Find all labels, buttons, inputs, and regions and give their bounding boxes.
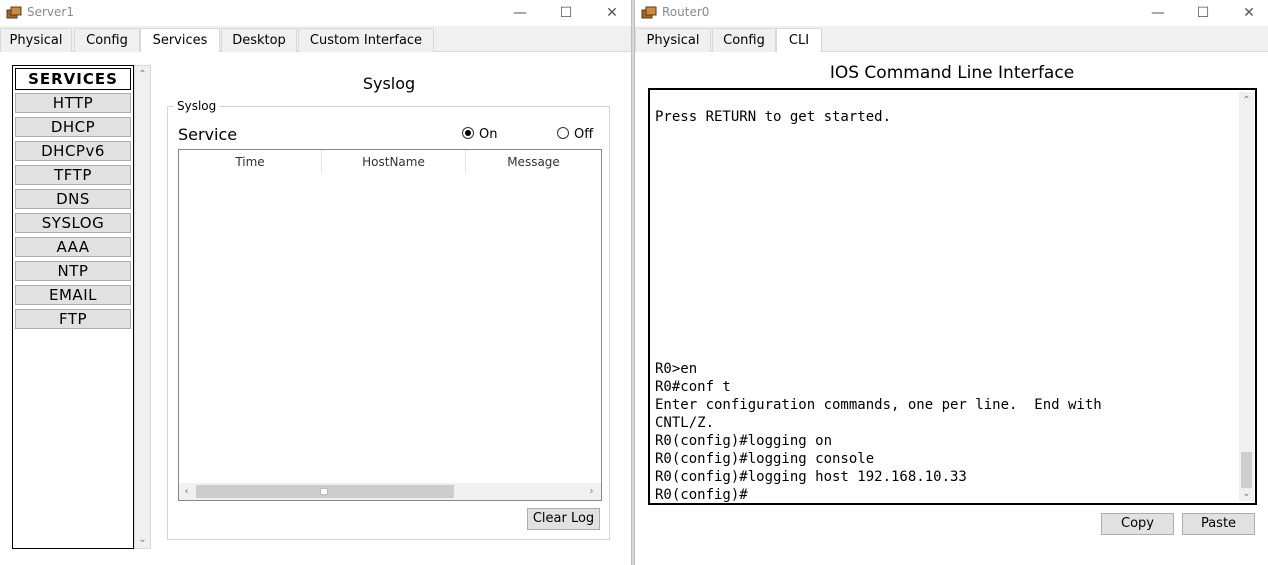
- minimize-icon[interactable]: —: [510, 3, 530, 23]
- minimize-icon[interactable]: —: [1148, 3, 1168, 23]
- cli-line: R0#conf t: [655, 379, 731, 395]
- cli-line: Enter configuration commands, one per li…: [655, 397, 1102, 413]
- cli-scrollbar[interactable]: ⌃ ⌄: [1239, 92, 1254, 501]
- radio-selected-icon: [462, 127, 474, 139]
- table-horizontal-scrollbar[interactable]: ‹ ›: [179, 483, 601, 500]
- column-header-message[interactable]: Message: [466, 150, 601, 174]
- service-dhcp-button[interactable]: DHCP: [15, 117, 131, 137]
- server1-window: Server1 — ☐ ✕ Physical Config Services D…: [0, 0, 632, 565]
- paste-button[interactable]: Paste: [1182, 513, 1255, 535]
- router0-window: Router0 — ☐ ✕ Physical Config CLI IOS Co…: [634, 0, 1268, 565]
- service-email-button[interactable]: EMAIL: [15, 285, 131, 305]
- tab-physical[interactable]: Physical: [0, 28, 72, 52]
- cli-prompt-line: R0(config)#: [655, 487, 748, 503]
- scroll-down-icon[interactable]: ⌄: [1239, 486, 1254, 501]
- window-title: Server1: [27, 5, 74, 19]
- services-content: SERVICES HTTP DHCP DHCPv6 TFTP DNS SYSLO…: [0, 52, 631, 565]
- cli-title: IOS Command Line Interface: [829, 63, 1075, 83]
- service-ftp-button[interactable]: FTP: [15, 309, 131, 329]
- maximize-icon[interactable]: ☐: [556, 3, 576, 23]
- group-legend: Syslog: [174, 99, 220, 113]
- title-bar[interactable]: Server1 — ☐ ✕: [0, 0, 631, 26]
- cli-terminal[interactable]: Press RETURN to get started. R0>en R0#co…: [648, 88, 1257, 505]
- services-header: SERVICES: [15, 68, 131, 90]
- tab-config[interactable]: Config: [712, 28, 776, 52]
- cli-content: IOS Command Line Interface Press RETURN …: [635, 52, 1268, 565]
- close-icon[interactable]: ✕: [602, 3, 622, 23]
- packet-tracer-icon: [6, 6, 22, 19]
- tab-desktop[interactable]: Desktop: [221, 28, 297, 52]
- cli-line: R0>en: [655, 361, 698, 377]
- tab-config[interactable]: Config: [74, 28, 140, 52]
- scroll-left-icon[interactable]: ‹: [179, 484, 194, 499]
- tab-bar: Physical Config Services Desktop Custom …: [0, 28, 631, 53]
- radio-on-label: On: [479, 127, 498, 142]
- tab-cli[interactable]: CLI: [776, 28, 822, 53]
- cli-line: CNTL/Z.: [655, 415, 715, 431]
- cli-line: R0(config)#logging console: [655, 451, 875, 467]
- radio-off[interactable]: Off: [557, 127, 593, 142]
- service-aaa-button[interactable]: AAA: [15, 237, 131, 257]
- service-dhcpv6-button[interactable]: DHCPv6: [15, 141, 131, 161]
- service-syslog-button[interactable]: SYSLOG: [15, 213, 131, 233]
- cli-line: R0(config)#logging on: [655, 433, 833, 449]
- scroll-thumb[interactable]: [1241, 452, 1252, 488]
- services-scrollbar[interactable]: ⌃ ⌄: [134, 65, 151, 549]
- scroll-right-icon[interactable]: ›: [584, 484, 599, 499]
- panel-title: Syslog: [362, 74, 416, 93]
- copy-button[interactable]: Copy: [1101, 513, 1174, 535]
- column-header-time[interactable]: Time: [179, 150, 322, 174]
- service-dns-button[interactable]: DNS: [15, 189, 131, 209]
- service-ntp-button[interactable]: NTP: [15, 261, 131, 281]
- service-tftp-button[interactable]: TFTP: [15, 165, 131, 185]
- close-icon[interactable]: ✕: [1239, 3, 1259, 23]
- syslog-group: Syslog Service On Off Time HostName Mess…: [167, 99, 610, 540]
- cli-line: R0(config)#logging host 192.168.10.33: [655, 469, 967, 485]
- packet-tracer-icon: [641, 6, 657, 19]
- tab-services[interactable]: Services: [140, 28, 220, 53]
- radio-unselected-icon: [557, 127, 569, 139]
- radio-off-label: Off: [574, 127, 594, 142]
- title-bar[interactable]: Router0 — ☐ ✕: [635, 0, 1268, 26]
- service-http-button[interactable]: HTTP: [15, 93, 131, 113]
- scroll-thumb[interactable]: [196, 485, 454, 498]
- column-header-hostname[interactable]: HostName: [322, 150, 466, 174]
- radio-on[interactable]: On: [462, 127, 497, 142]
- scroll-up-icon[interactable]: ⌃: [135, 67, 150, 82]
- scroll-up-icon[interactable]: ⌃: [1239, 93, 1254, 108]
- services-list: SERVICES HTTP DHCP DHCPv6 TFTP DNS SYSLO…: [12, 65, 134, 549]
- cli-line: Press RETURN to get started.: [655, 109, 892, 125]
- service-label: Service: [178, 125, 238, 144]
- window-title: Router0: [662, 5, 710, 19]
- clear-log-button[interactable]: Clear Log: [527, 508, 600, 530]
- maximize-icon[interactable]: ☐: [1193, 3, 1213, 23]
- tab-custom-interface[interactable]: Custom Interface: [298, 28, 434, 52]
- tab-bar: Physical Config CLI: [635, 28, 1268, 53]
- syslog-table[interactable]: Time HostName Message ‹ ›: [178, 149, 602, 501]
- scroll-down-icon[interactable]: ⌄: [135, 532, 150, 547]
- tab-physical[interactable]: Physical: [635, 28, 711, 52]
